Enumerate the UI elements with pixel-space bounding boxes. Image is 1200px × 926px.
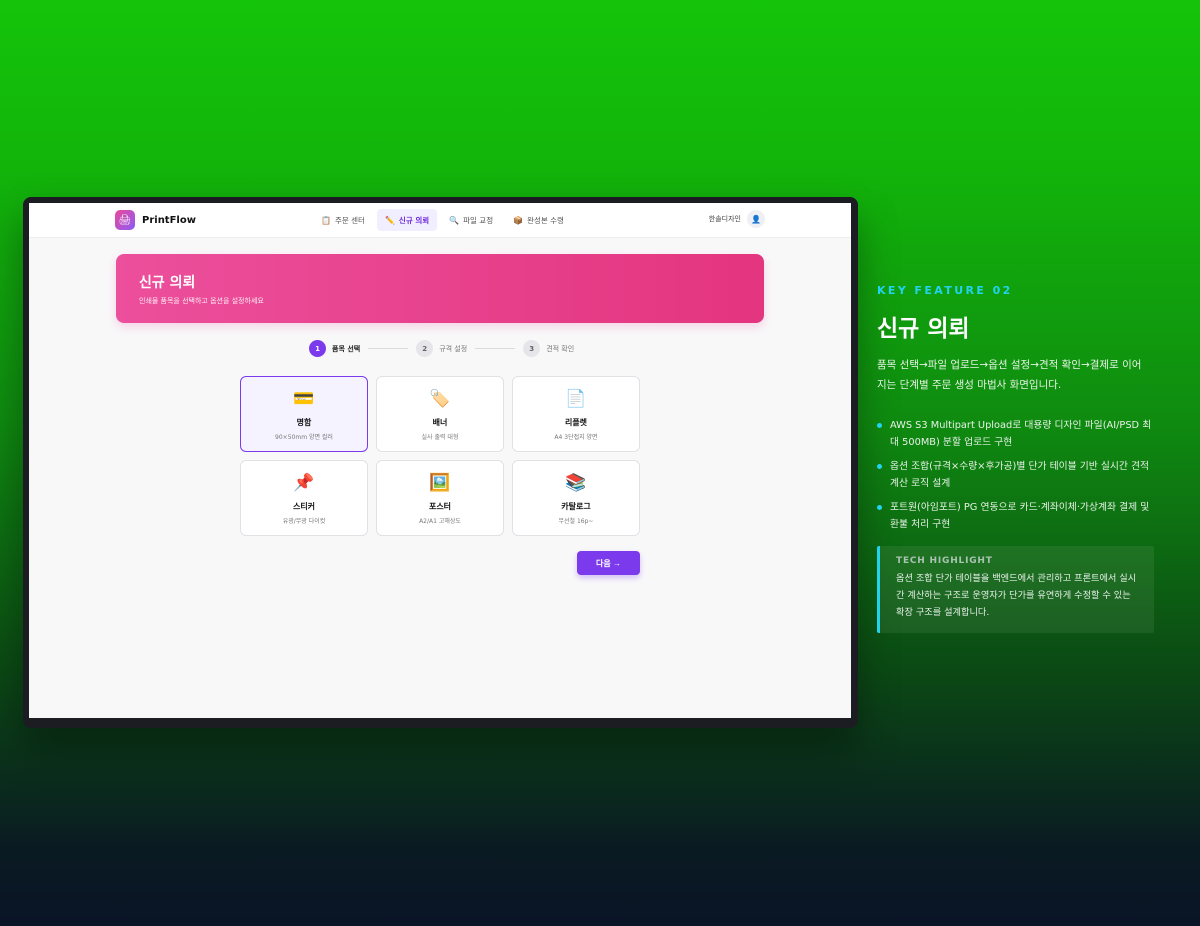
nav-item-new-request[interactable]: ✏️ 신규 의뢰: [376, 209, 438, 231]
bullet-dot-icon: [877, 423, 882, 428]
step-connector: [475, 348, 516, 349]
product-desc: 90×50mm 양면 컬러: [275, 433, 333, 441]
nav-label: 파일 교정: [463, 215, 494, 225]
user-menu[interactable]: 한솔디자인 👤: [709, 210, 765, 228]
step-1[interactable]: 1 품목 선택: [309, 340, 360, 357]
step-number: 1: [309, 340, 326, 357]
step-3[interactable]: 3 견적 확인: [523, 340, 574, 357]
step-label: 규격 설정: [439, 344, 468, 353]
pushpin-icon: 📌: [293, 472, 315, 493]
list-item: 옵션 조합(규격×수량×후가공)별 단가 테이블 기반 실시간 견적 계산 로직…: [877, 458, 1157, 492]
tech-text: 옵션 조합 단가 테이블을 백엔드에서 관리하고 프론트에서 실시간 계산하는 …: [896, 573, 1137, 618]
package-icon: 📦: [513, 215, 524, 225]
step-connector: [368, 348, 409, 349]
feature-title: 신규 의뢰: [877, 316, 970, 342]
feature-description: 품목 선택→파일 업로드→옵션 설정→견적 확인→결제로 이어지는 단계별 주문…: [877, 359, 1142, 391]
pencil-icon: ✏️: [384, 215, 395, 225]
product-title: 명함: [296, 417, 312, 427]
list-item: AWS S3 Multipart Upload로 대용량 디자인 파일(AI/P…: [877, 417, 1157, 451]
product-title: 리플렛: [564, 417, 588, 427]
nav-label: 완성본 수령: [527, 215, 564, 225]
product-desc: 유광/무광 다이컷: [282, 517, 326, 525]
card-icon: 💳: [293, 388, 315, 409]
product-title: 스티커: [292, 501, 316, 511]
nav-item-delivery[interactable]: 📦 완성본 수령: [505, 209, 572, 231]
brand-name: PrintFlow: [142, 214, 196, 226]
app-screen: 🖨 PrintFlow 📋 주문 센터 ✏️ 신규 의뢰 🔍 파일 교정 📦 완…: [29, 203, 851, 718]
feature-panel: KEY FEATURE 02 신규 의뢰 품목 선택→파일 업로드→옵션 설정→…: [877, 284, 1162, 633]
list-item: 포트원(아임포트) PG 연동으로 카드·계좌이체·가상계좌 결제 및 환불 처…: [877, 499, 1157, 533]
product-desc: 실사 출력 대형: [421, 433, 459, 441]
step-number: 3: [523, 340, 541, 357]
product-card-business-card[interactable]: 💳 명함 90×50mm 양면 컬러: [240, 376, 368, 452]
page-header-banner: 신규 의뢰 인쇄물 품목을 선택하고 옵션을 설정하세요: [116, 254, 764, 323]
stepper: 1 품목 선택 2 규격 설정 3 견적 확인: [309, 340, 574, 357]
avatar-icon: 👤: [747, 210, 765, 228]
tech-label: TECH HIGHLIGHT: [896, 556, 993, 566]
clipboard-icon: 📋: [321, 215, 331, 225]
product-title: 배너: [432, 417, 448, 427]
framed-picture-icon: 🖼️: [429, 472, 451, 493]
product-card-banner[interactable]: 🏷️ 배너 실사 출력 대형: [376, 376, 504, 452]
bullet-text: AWS S3 Multipart Upload로 대용량 디자인 파일(AI/P…: [890, 420, 1152, 448]
product-title: 포스터: [428, 501, 452, 511]
product-title: 카탈로그: [561, 501, 591, 511]
step-label: 견적 확인: [546, 344, 575, 353]
books-icon: 📚: [565, 472, 587, 493]
product-card-catalog[interactable]: 📚 카탈로그 무선철 16p~: [512, 460, 640, 536]
step-2[interactable]: 2 규격 설정: [416, 340, 467, 357]
bullet-dot-icon: [877, 464, 882, 469]
step-label: 품목 선택: [332, 344, 361, 353]
product-grid: 💳 명함 90×50mm 양면 컬러 🏷️ 배너 실사 출력 대형 📄 리플렛 …: [240, 376, 640, 536]
tech-highlight-box: TECH HIGHLIGHT 옵션 조합 단가 테이블을 백엔드에서 관리하고 …: [877, 546, 1154, 633]
nav-label: 주문 센터: [334, 215, 365, 225]
magnifier-icon: 🔍: [449, 215, 460, 225]
next-button[interactable]: 다음 →: [577, 551, 640, 575]
top-navbar: 🖨 PrintFlow 📋 주문 센터 ✏️ 신규 의뢰 🔍 파일 교정 📦 완…: [29, 203, 851, 238]
nav-item-orders[interactable]: 📋 주문 센터: [313, 209, 373, 231]
page-title: 신규 의뢰: [139, 275, 196, 291]
brand[interactable]: 🖨 PrintFlow: [115, 210, 196, 230]
product-desc: 무선철 16p~: [558, 517, 594, 525]
bullet-dot-icon: [877, 505, 882, 510]
laptop-frame: 🖨 PrintFlow 📋 주문 센터 ✏️ 신규 의뢰 🔍 파일 교정 📦 완…: [23, 197, 858, 728]
page-subtitle: 인쇄물 품목을 선택하고 옵션을 설정하세요: [139, 297, 264, 305]
page-icon: 📄: [565, 388, 587, 409]
bullet-text: 포트원(아임포트) PG 연동으로 카드·계좌이체·가상계좌 결제 및 환불 처…: [890, 502, 1150, 530]
user-name: 한솔디자인: [708, 215, 741, 223]
step-number: 2: [416, 340, 434, 357]
tag-icon: 🏷️: [429, 388, 451, 409]
product-desc: A4 3단접지 양면: [554, 433, 598, 441]
product-desc: A2/A1 고해상도: [419, 517, 461, 525]
nav-label: 신규 의뢰: [398, 215, 430, 225]
nav-item-proofing[interactable]: 🔍 파일 교정: [441, 209, 501, 231]
feature-bullets: AWS S3 Multipart Upload로 대용량 디자인 파일(AI/P…: [877, 417, 1162, 533]
feature-label: KEY FEATURE 02: [877, 284, 1013, 297]
main-nav: 📋 주문 센터 ✏️ 신규 의뢰 🔍 파일 교정 📦 완성본 수령: [313, 209, 572, 231]
printer-icon: 🖨: [115, 210, 135, 230]
product-card-leaflet[interactable]: 📄 리플렛 A4 3단접지 양면: [512, 376, 640, 452]
product-card-poster[interactable]: 🖼️ 포스터 A2/A1 고해상도: [376, 460, 504, 536]
product-card-sticker[interactable]: 📌 스티커 유광/무광 다이컷: [240, 460, 368, 536]
bullet-text: 옵션 조합(규격×수량×후가공)별 단가 테이블 기반 실시간 견적 계산 로직…: [890, 461, 1150, 489]
